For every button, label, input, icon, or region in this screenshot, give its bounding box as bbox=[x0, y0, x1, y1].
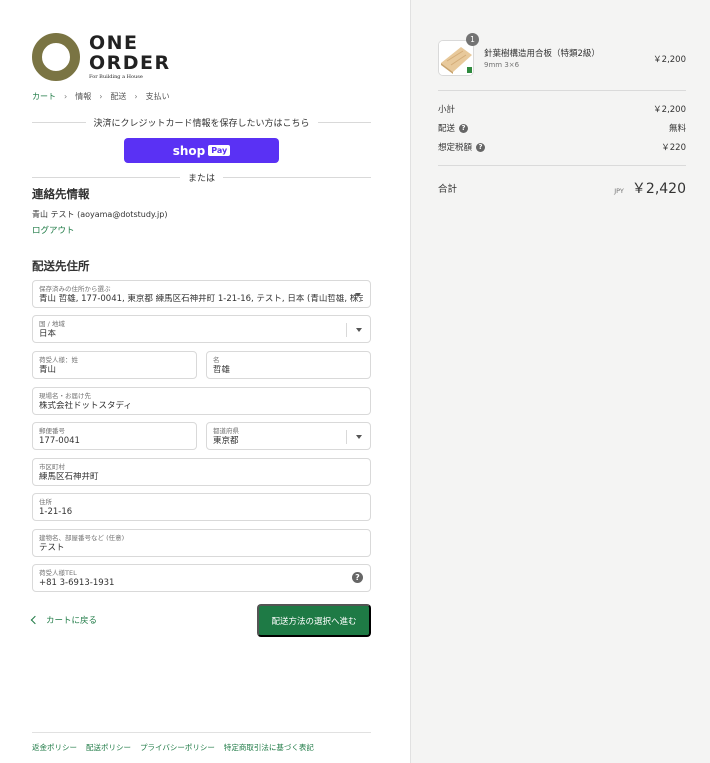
first-name-label: 名 bbox=[213, 356, 220, 364]
quantity-badge: 1 bbox=[466, 33, 479, 46]
chevron-left-icon bbox=[30, 615, 40, 625]
back-to-cart-label: カートに戻る bbox=[46, 616, 98, 626]
logo-tagline: For Building a House bbox=[89, 74, 143, 80]
breadcrumb-cart[interactable]: カート bbox=[32, 91, 56, 102]
product-price: ￥2,200 bbox=[653, 55, 686, 65]
shipping-value: 無料 bbox=[668, 124, 686, 134]
express-checkout: 決済にクレジットカード情報を保存したい方はこちら shop Pay または bbox=[32, 116, 371, 184]
or-divider: または bbox=[32, 171, 371, 184]
total-row: 合計 JPY ￥2,420 bbox=[438, 178, 686, 198]
shipping-label-group: 配送 ? bbox=[438, 122, 469, 134]
help-icon[interactable]: ? bbox=[352, 572, 363, 583]
prefecture-select[interactable]: 都道府県 東京都 bbox=[206, 422, 371, 450]
breadcrumb-shipping: 配送 bbox=[110, 92, 127, 101]
chevron-right-icon: › bbox=[99, 92, 103, 101]
breadcrumb-payment: 支払い bbox=[145, 92, 170, 101]
express-prompt: 決済にクレジットカード情報を保存したい方はこちら bbox=[93, 119, 310, 129]
logo-ring-icon bbox=[32, 33, 80, 81]
shipping-policy-link[interactable]: 配送ポリシー bbox=[86, 742, 131, 753]
company-value: 株式会社ドットスタディ bbox=[39, 401, 132, 411]
building-value: テスト bbox=[39, 543, 65, 553]
breadcrumb: カート › 情報 › 配送 › 支払い bbox=[32, 91, 170, 102]
subtotal-row: 小計 ￥2,200 bbox=[438, 103, 686, 115]
breadcrumb-information: 情報 bbox=[75, 92, 92, 101]
prefecture-label: 都道府県 bbox=[213, 427, 239, 435]
product-thumbnail bbox=[438, 40, 474, 76]
shop-pay-badge: Pay bbox=[208, 145, 231, 156]
shop-pay-wordmark: shop bbox=[172, 143, 206, 158]
company-field[interactable]: 現場名・お届け先 株式会社ドットスタディ bbox=[32, 387, 371, 415]
shop-pay-button[interactable]: shop Pay bbox=[124, 138, 279, 163]
saved-address-label: 保存済みの住所から選ぶ bbox=[39, 285, 111, 293]
shipping-row: 配送 ? 無料 bbox=[438, 122, 686, 134]
address-label: 住所 bbox=[39, 498, 52, 506]
back-to-cart-link[interactable]: カートに戻る bbox=[30, 614, 98, 626]
chevron-down-icon bbox=[346, 323, 370, 337]
tax-value: ￥220 bbox=[661, 143, 686, 153]
contact-section-title: 連絡先情報 bbox=[32, 187, 90, 201]
country-select[interactable]: 国 / 地域 日本 bbox=[32, 315, 371, 343]
logo-line1: ONE bbox=[89, 32, 139, 54]
saved-address-select[interactable]: 保存済みの住所から選ぶ 青山 哲雄, 177-0041, 東京都 練馬区石神井町… bbox=[32, 280, 371, 308]
shipping-section-title: 配送先住所 bbox=[32, 259, 90, 273]
phone-label: 荷受人様TEL bbox=[39, 569, 77, 577]
tax-label-group: 想定税額 ? bbox=[438, 141, 486, 153]
postal-code-label: 郵便番号 bbox=[39, 427, 65, 435]
continue-to-shipping-button[interactable]: 配送方法の選択へ進む bbox=[257, 604, 371, 637]
last-name-label: 荷受人様：姓 bbox=[39, 356, 78, 364]
legal-notice-link[interactable]: 特定商取引法に基づく表記 bbox=[224, 742, 314, 753]
chevron-down-icon bbox=[346, 430, 370, 444]
tax-label: 想定税額 bbox=[438, 143, 473, 153]
subtotal-label: 小計 bbox=[438, 105, 456, 115]
phone-value: +81 3-6913-1931 bbox=[39, 578, 115, 588]
prefecture-value: 東京都 bbox=[213, 436, 239, 446]
shipping-label: 配送 bbox=[438, 124, 456, 134]
subtotal-value: ￥2,200 bbox=[653, 105, 686, 115]
privacy-policy-link[interactable]: プライバシーポリシー bbox=[140, 742, 215, 753]
express-prompt-divider: 決済にクレジットカード情報を保存したい方はこちら bbox=[32, 116, 371, 129]
logo-line2: ORDER bbox=[89, 52, 171, 74]
chevron-down-icon bbox=[346, 288, 370, 302]
product-variant: 9mm 3×6 bbox=[484, 61, 520, 69]
order-line-item: 1 針葉樹構造用合板（特類2級） 9mm 3×6 ￥2,200 bbox=[438, 33, 686, 76]
summary-divider bbox=[438, 90, 686, 91]
or-text: または bbox=[188, 174, 216, 184]
city-label: 市区町村 bbox=[39, 463, 65, 471]
total-label: 合計 bbox=[438, 184, 458, 195]
company-label: 現場名・お届け先 bbox=[39, 392, 91, 400]
first-name-field[interactable]: 名 哲雄 bbox=[206, 351, 371, 379]
footer-policies: 返金ポリシー 配送ポリシー プライバシーポリシー 特定商取引法に基づく表記 bbox=[32, 732, 371, 753]
total-value: ￥2,420 bbox=[631, 181, 686, 197]
country-value: 日本 bbox=[39, 329, 57, 339]
last-name-field[interactable]: 荷受人様：姓 青山 bbox=[32, 351, 197, 379]
total-amount-group: JPY ￥2,420 bbox=[614, 178, 686, 198]
product-name: 針葉樹構造用合板（特類2級） bbox=[484, 49, 600, 59]
last-name-value: 青山 bbox=[39, 365, 57, 375]
logo-wordmark: ONE ORDER For Building a House bbox=[89, 34, 171, 80]
address-field[interactable]: 住所 1-21-16 bbox=[32, 493, 371, 521]
tax-row: 想定税額 ? ￥220 bbox=[438, 141, 686, 153]
building-field[interactable]: 建物名、部屋番号など (任意) テスト bbox=[32, 529, 371, 557]
phone-field[interactable]: 荷受人様TEL +81 3-6913-1931 ? bbox=[32, 564, 371, 592]
store-logo[interactable]: ONE ORDER For Building a House bbox=[32, 33, 171, 81]
refund-policy-link[interactable]: 返金ポリシー bbox=[32, 742, 77, 753]
checkout-main: ONE ORDER For Building a House カート › 情報 … bbox=[0, 0, 410, 763]
building-label: 建物名、部屋番号など (任意) bbox=[39, 534, 125, 542]
city-value: 練馬区石神井町 bbox=[39, 472, 99, 482]
logout-link[interactable]: ログアウト bbox=[32, 224, 75, 236]
address-value: 1-21-16 bbox=[39, 507, 73, 517]
help-icon[interactable]: ? bbox=[476, 142, 486, 152]
country-label: 国 / 地域 bbox=[39, 320, 65, 328]
help-icon[interactable]: ? bbox=[459, 123, 469, 133]
total-currency: JPY bbox=[614, 187, 624, 195]
chevron-right-icon: › bbox=[134, 92, 138, 101]
postal-code-value: 177-0041 bbox=[39, 436, 80, 446]
saved-address-value: 青山 哲雄, 177-0041, 東京都 練馬区石神井町 1-21-16, テス… bbox=[39, 294, 363, 304]
city-field[interactable]: 市区町村 練馬区石神井町 bbox=[32, 458, 371, 486]
chevron-right-icon: › bbox=[64, 92, 68, 101]
postal-code-field[interactable]: 郵便番号 177-0041 bbox=[32, 422, 197, 450]
first-name-value: 哲雄 bbox=[213, 365, 231, 375]
contact-account: 青山 テスト (aoyama@dotstudy.jp) bbox=[32, 210, 168, 219]
summary-divider bbox=[438, 165, 686, 166]
